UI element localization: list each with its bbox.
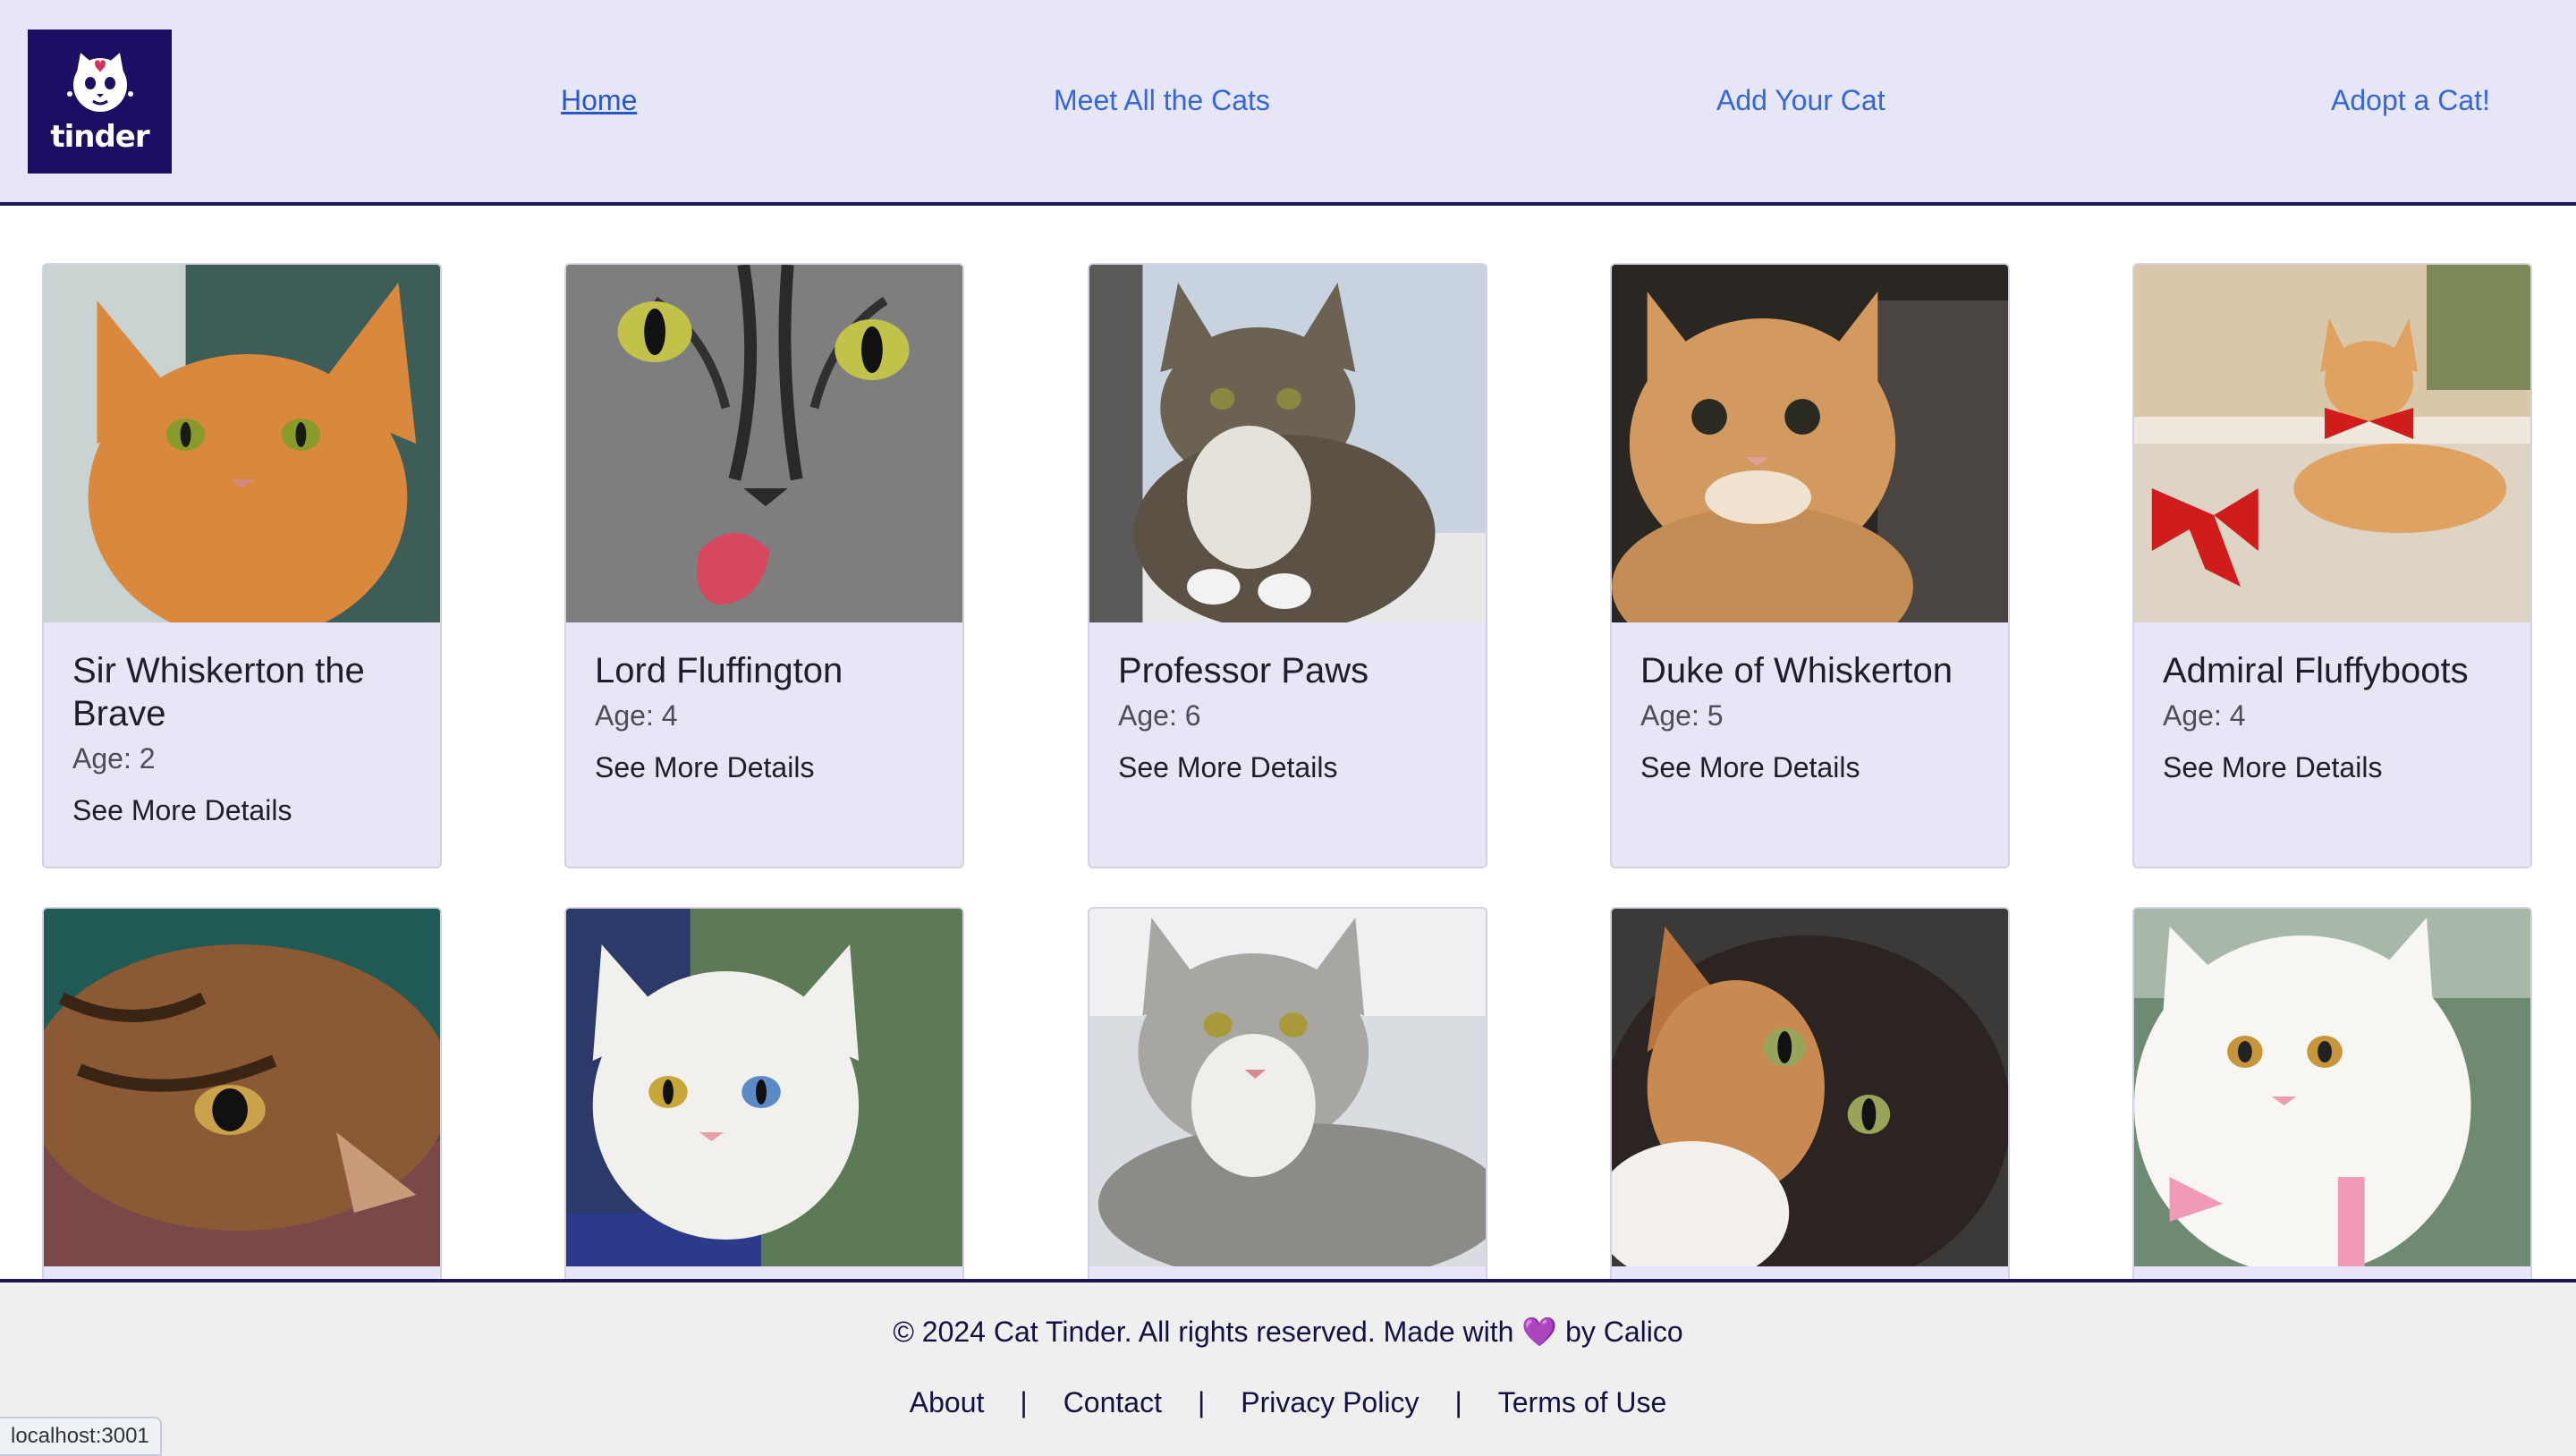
cat-age: Age: 4: [2163, 699, 2246, 732]
cat-name: Lord Fluffington: [595, 651, 843, 690]
cat-photo: [44, 909, 440, 1266]
see-more-details-link[interactable]: See More Details: [1118, 749, 1337, 785]
cat-name: Professor Paws: [1118, 651, 1369, 690]
see-more-details-link[interactable]: See More Details: [595, 749, 814, 785]
nav-meet-all-cats[interactable]: Meet All the Cats: [1054, 84, 1270, 117]
footer-link-about[interactable]: About: [910, 1386, 985, 1419]
site-footer: © 2024 Cat Tinder. All rights reserved. …: [0, 1279, 2576, 1456]
cat-photo: [2134, 909, 2530, 1266]
logo[interactable]: tinder: [28, 30, 172, 174]
separator: |: [1454, 1386, 1462, 1418]
footer-link-contact[interactable]: Contact: [1063, 1386, 1162, 1419]
cat-photo: [566, 909, 962, 1266]
footer-links: About | Contact | Privacy Policy | Terms…: [0, 1386, 2576, 1419]
cat-card[interactable]: [1610, 907, 2010, 1300]
cat-card[interactable]: [2132, 907, 2532, 1300]
cat-photo: [1089, 909, 1486, 1266]
cat-name: Duke of Whiskerton: [1640, 651, 1953, 690]
cat-card[interactable]: Lord Fluffington Age: 4 See More Details: [564, 263, 964, 868]
copyright-text: © 2024 Cat Tinder. All rights reserved. …: [893, 1316, 1683, 1348]
cat-age: Age: 2: [72, 742, 156, 775]
cat-photo: [1089, 265, 1486, 622]
separator: |: [1020, 1386, 1028, 1418]
site-header: tinder Home Meet All the Cats Add Your C…: [0, 0, 2576, 206]
cat-age: Age: 4: [595, 699, 678, 732]
cat-photo: [1612, 909, 2008, 1266]
cat-logo-icon: [66, 52, 133, 112]
cat-card[interactable]: Sir Whiskerton the Brave Age: 2 See More…: [42, 263, 442, 868]
cat-photo: [2134, 265, 2530, 622]
cat-card[interactable]: [1088, 907, 1487, 1300]
cat-age: Age: 5: [1640, 699, 1724, 732]
cat-name: Admiral Fluffyboots: [2163, 651, 2469, 690]
status-bar-url: localhost:3001: [0, 1417, 162, 1456]
see-more-details-link[interactable]: See More Details: [72, 792, 292, 828]
cat-card[interactable]: Admiral Fluffyboots Age: 4 See More Deta…: [2132, 263, 2532, 868]
logo-text: tinder: [50, 118, 149, 155]
cat-photo: [566, 265, 962, 622]
nav-adopt-a-cat[interactable]: Adopt a Cat!: [2331, 84, 2490, 117]
footer-link-privacy-policy[interactable]: Privacy Policy: [1241, 1386, 1419, 1419]
separator: |: [1197, 1386, 1206, 1418]
cat-name: Sir Whiskerton the Brave: [72, 651, 365, 733]
cat-card[interactable]: Duke of Whiskerton Age: 5 See More Detai…: [1610, 263, 2010, 868]
nav-add-your-cat[interactable]: Add Your Cat: [1716, 84, 1885, 117]
cat-card[interactable]: [564, 907, 964, 1300]
cat-photo: [1612, 265, 2008, 622]
see-more-details-link[interactable]: See More Details: [2163, 749, 2382, 785]
nav-home[interactable]: Home: [561, 84, 637, 117]
cat-age: Age: 6: [1118, 699, 1201, 732]
cat-photo: [44, 265, 440, 622]
footer-link-terms-of-use[interactable]: Terms of Use: [1498, 1386, 1666, 1419]
cat-card[interactable]: [42, 907, 442, 1300]
see-more-details-link[interactable]: See More Details: [1640, 749, 1860, 785]
cat-card[interactable]: Professor Paws Age: 6 See More Details: [1088, 263, 1487, 868]
